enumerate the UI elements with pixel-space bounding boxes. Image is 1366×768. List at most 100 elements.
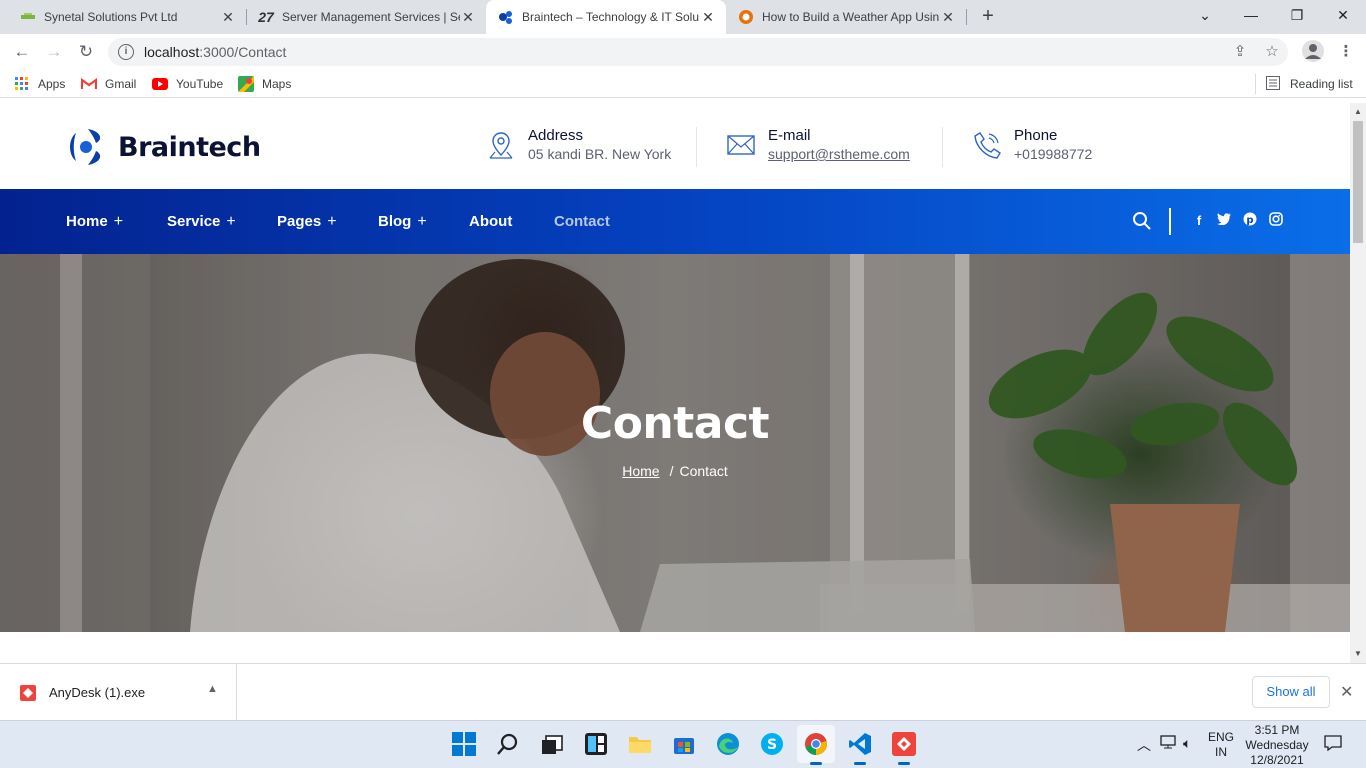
reading-list-button[interactable]: Reading list <box>1266 76 1353 92</box>
share-icon[interactable]: ⇪ <box>1228 40 1252 64</box>
lang-code: ENG <box>1207 730 1234 744</box>
envelope-icon <box>727 135 755 155</box>
tab-close-icon[interactable]: ✕ <box>220 9 236 26</box>
synetal-favicon-icon <box>20 9 36 25</box>
email-link[interactable]: support@rstheme.com <box>768 145 910 164</box>
widgets-icon[interactable] <box>584 732 608 756</box>
tab-braintech[interactable]: Braintech – Technology & IT Solu ✕ <box>486 0 726 34</box>
scroll-down-icon[interactable]: ▼ <box>1354 649 1362 658</box>
store-icon[interactable] <box>672 732 696 756</box>
nav-pages[interactable]: Pages + <box>277 189 337 254</box>
volume-icon[interactable]: 🔈︎ <box>1183 735 1191 768</box>
network-icon[interactable] <box>1160 735 1176 768</box>
bookmark-label: Apps <box>38 77 66 91</box>
scroll-up-icon[interactable]: ▲ <box>1354 107 1362 116</box>
maps-icon <box>238 76 254 92</box>
minimize-button[interactable]: — <box>1228 0 1274 30</box>
tab-close-icon[interactable]: ✕ <box>460 9 476 26</box>
facebook-icon[interactable]: f <box>1190 212 1208 230</box>
bookmarks-bar: Apps Gmail YouTube Maps Reading list <box>0 70 1366 98</box>
contact-title: Address <box>528 127 584 144</box>
vscode-icon[interactable] <box>848 732 872 765</box>
bookmark-youtube[interactable]: YouTube <box>152 76 223 92</box>
nav-home[interactable]: Home + <box>66 189 123 254</box>
breadcrumb-separator: / <box>669 463 674 479</box>
download-bar: AnyDesk (1).exe ▲ Show all ✕ <box>0 663 1366 721</box>
breadcrumb-current: Contact <box>679 463 728 479</box>
new-tab-button[interactable]: + <box>976 5 1000 29</box>
task-view-icon[interactable] <box>540 732 564 756</box>
breadcrumb: Home / Contact <box>0 463 1350 479</box>
back-button[interactable]: ← <box>10 40 34 64</box>
tab-close-icon[interactable]: ✕ <box>940 9 956 26</box>
tab-synetal[interactable]: Synetal Solutions Pvt Ltd ✕ <box>8 0 246 34</box>
chrome-icon[interactable] <box>804 732 828 765</box>
breadcrumb-home-link[interactable]: Home <box>622 463 659 479</box>
download-item[interactable]: AnyDesk (1).exe ▲ <box>0 664 237 721</box>
clock-time: 3:51 PM <box>1254 723 1300 737</box>
clock[interactable]: 3:51 PM Wednesday 12/8/2021 <box>1240 723 1314 768</box>
bookmark-star-icon[interactable]: ☆ <box>1260 40 1284 64</box>
show-all-button[interactable]: Show all <box>1252 676 1330 708</box>
site-info-icon[interactable]: i <box>118 44 134 60</box>
twitter-icon[interactable] <box>1215 212 1233 230</box>
nav-plus-icon: + <box>327 213 337 230</box>
scroll-thumb[interactable] <box>1353 121 1363 243</box>
nav-label: Pages <box>277 213 322 230</box>
nav-contact[interactable]: Contact <box>554 189 610 254</box>
chevron-up-icon[interactable]: ▲ <box>207 683 218 695</box>
tab-close-icon[interactable]: ✕ <box>700 9 716 26</box>
instagram-icon[interactable] <box>1267 212 1285 230</box>
apps-grid-icon <box>14 76 30 92</box>
nav-about[interactable]: About <box>469 189 512 254</box>
nav-label: Blog <box>378 213 412 230</box>
search-icon[interactable] <box>496 732 520 756</box>
bookmark-gmail[interactable]: Gmail <box>81 76 136 92</box>
nav-blog[interactable]: Blog + <box>378 189 427 254</box>
bookmark-maps[interactable]: Maps <box>238 76 291 92</box>
bookmark-label: YouTube <box>176 77 224 91</box>
map-pin-icon <box>489 132 513 159</box>
anydesk-icon <box>20 684 36 701</box>
profile-avatar[interactable] <box>1302 40 1324 62</box>
nav-service[interactable]: Service + <box>167 189 236 254</box>
bookmark-apps[interactable]: Apps <box>14 76 65 92</box>
page-scrollbar[interactable]: ▲ ▼ <box>1350 103 1366 663</box>
tab-server-management[interactable]: 27 Server Management Services | Se ✕ <box>246 0 486 34</box>
menu-kebab-icon[interactable]: ⋮ <box>1334 40 1358 64</box>
browser-toolbar: ← → ↻ i localhost:3000/Contact ⇪ ☆ ⋮ <box>0 34 1366 70</box>
braintech-favicon-icon <box>498 9 514 25</box>
forward-button[interactable]: → <box>42 40 66 64</box>
notification-icon[interactable] <box>1324 735 1342 768</box>
search-icon[interactable] <box>1132 211 1152 231</box>
file-explorer-icon[interactable] <box>628 732 652 756</box>
nav-plus-icon: + <box>417 213 427 230</box>
anydesk-icon[interactable] <box>892 732 916 765</box>
tab-weather-app[interactable]: How to Build a Weather App Usin ✕ <box>726 0 966 34</box>
close-icon[interactable]: ✕ <box>1340 682 1353 702</box>
phone-icon <box>974 132 1001 159</box>
page-title: Contact <box>580 398 770 449</box>
nav-label: About <box>469 213 513 230</box>
close-window-button[interactable]: ✕ <box>1320 0 1366 30</box>
site-logo[interactable]: Braintech <box>66 127 261 167</box>
reload-button[interactable]: ↻ <box>74 40 98 64</box>
skype-icon[interactable]: S <box>760 732 784 756</box>
edge-icon[interactable] <box>716 732 740 756</box>
pinterest-icon[interactable]: p <box>1241 212 1259 230</box>
bookmark-label: Gmail <box>105 77 137 91</box>
contact-value: +019988772 <box>1014 146 1093 162</box>
tab-search-chevron-icon[interactable]: ⌄ <box>1182 0 1228 30</box>
contact-value: 05 kandi BR. New York <box>528 146 672 162</box>
language-indicator[interactable]: ENG IN <box>1206 730 1236 768</box>
contact-address: Address 05 kandi BR. New York <box>486 127 671 164</box>
restore-button[interactable]: ❐ <box>1274 0 1320 30</box>
braintech-logo-icon <box>70 129 101 165</box>
start-icon[interactable] <box>452 732 476 756</box>
gmail-icon <box>81 76 97 92</box>
tray-chevron-up-icon[interactable]: ︿ <box>1137 735 1151 768</box>
nav-plus-icon: + <box>226 213 236 230</box>
tab-title: Synetal Solutions Pvt Ltd <box>44 10 178 24</box>
address-bar[interactable]: i localhost:3000/Contact <box>108 38 1288 66</box>
page-viewport: Braintech Address 05 kandi BR. New York … <box>0 103 1350 663</box>
